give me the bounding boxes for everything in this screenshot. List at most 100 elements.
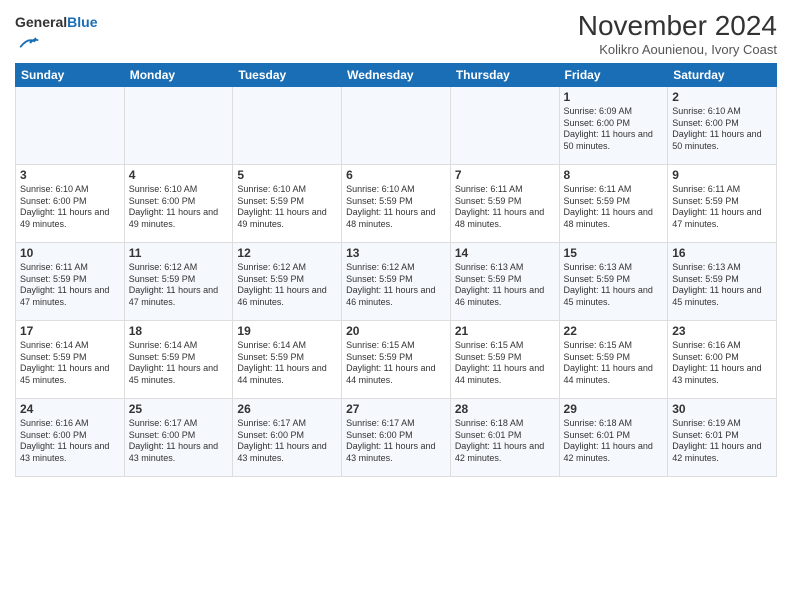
cell-info: Daylight: 11 hours and 44 minutes. — [455, 363, 555, 386]
cell-info: Sunrise: 6:14 AM — [20, 340, 120, 352]
day-number: 4 — [129, 168, 229, 182]
cell-info: Daylight: 11 hours and 49 minutes. — [20, 207, 120, 230]
cell-info: Sunrise: 6:11 AM — [672, 184, 772, 196]
cell-info: Sunset: 5:59 PM — [455, 196, 555, 208]
week-row-0: 1Sunrise: 6:09 AMSunset: 6:00 PMDaylight… — [16, 87, 777, 165]
cell-info: Sunrise: 6:09 AM — [564, 106, 664, 118]
day-number: 1 — [564, 90, 664, 104]
day-number: 13 — [346, 246, 446, 260]
calendar-cell — [16, 87, 125, 165]
cell-info: Sunset: 5:59 PM — [20, 352, 120, 364]
cell-info: Sunset: 6:00 PM — [564, 118, 664, 130]
title-block: November 2024 Kolikro Aounienou, Ivory C… — [578, 10, 777, 57]
cell-info: Daylight: 11 hours and 50 minutes. — [564, 129, 664, 152]
cell-info: Sunset: 6:00 PM — [129, 196, 229, 208]
calendar-cell: 15Sunrise: 6:13 AMSunset: 5:59 PMDayligh… — [559, 243, 668, 321]
day-number: 9 — [672, 168, 772, 182]
calendar-cell: 26Sunrise: 6:17 AMSunset: 6:00 PMDayligh… — [233, 399, 342, 477]
day-number: 14 — [455, 246, 555, 260]
week-row-1: 3Sunrise: 6:10 AMSunset: 6:00 PMDaylight… — [16, 165, 777, 243]
calendar-cell: 8Sunrise: 6:11 AMSunset: 5:59 PMDaylight… — [559, 165, 668, 243]
page-container: GeneralBlue November 2024 Kolikro Aounie… — [0, 0, 792, 482]
cell-info: Sunrise: 6:17 AM — [346, 418, 446, 430]
calendar-cell: 25Sunrise: 6:17 AMSunset: 6:00 PMDayligh… — [124, 399, 233, 477]
day-number: 6 — [346, 168, 446, 182]
logo-blue: Blue — [67, 14, 97, 30]
day-number: 22 — [564, 324, 664, 338]
cell-info: Daylight: 11 hours and 47 minutes. — [129, 285, 229, 308]
cell-info: Daylight: 11 hours and 46 minutes. — [455, 285, 555, 308]
cell-info: Sunrise: 6:17 AM — [237, 418, 337, 430]
calendar-cell: 22Sunrise: 6:15 AMSunset: 5:59 PMDayligh… — [559, 321, 668, 399]
cell-info: Sunrise: 6:15 AM — [564, 340, 664, 352]
cell-info: Sunset: 5:59 PM — [564, 352, 664, 364]
cell-info: Sunrise: 6:10 AM — [672, 106, 772, 118]
day-number: 10 — [20, 246, 120, 260]
cell-info: Sunrise: 6:13 AM — [455, 262, 555, 274]
cell-info: Sunrise: 6:10 AM — [129, 184, 229, 196]
cell-info: Sunset: 5:59 PM — [455, 352, 555, 364]
cell-info: Sunrise: 6:18 AM — [455, 418, 555, 430]
calendar-cell: 10Sunrise: 6:11 AMSunset: 5:59 PMDayligh… — [16, 243, 125, 321]
calendar-cell: 6Sunrise: 6:10 AMSunset: 5:59 PMDaylight… — [342, 165, 451, 243]
cell-info: Sunrise: 6:18 AM — [564, 418, 664, 430]
cell-info: Daylight: 11 hours and 43 minutes. — [20, 441, 120, 464]
cell-info: Sunset: 5:59 PM — [564, 196, 664, 208]
cell-info: Sunrise: 6:11 AM — [20, 262, 120, 274]
calendar-cell: 4Sunrise: 6:10 AMSunset: 6:00 PMDaylight… — [124, 165, 233, 243]
cell-info: Daylight: 11 hours and 48 minutes. — [346, 207, 446, 230]
cell-info: Sunrise: 6:16 AM — [20, 418, 120, 430]
cell-info: Daylight: 11 hours and 45 minutes. — [20, 363, 120, 386]
cell-info: Daylight: 11 hours and 42 minutes. — [564, 441, 664, 464]
day-number: 28 — [455, 402, 555, 416]
cell-info: Daylight: 11 hours and 48 minutes. — [455, 207, 555, 230]
cell-info: Daylight: 11 hours and 50 minutes. — [672, 129, 772, 152]
calendar-cell — [233, 87, 342, 165]
cell-info: Daylight: 11 hours and 49 minutes. — [237, 207, 337, 230]
calendar-cell: 3Sunrise: 6:10 AMSunset: 6:00 PMDaylight… — [16, 165, 125, 243]
cell-info: Sunset: 5:59 PM — [455, 274, 555, 286]
cell-info: Sunrise: 6:10 AM — [20, 184, 120, 196]
cell-info: Daylight: 11 hours and 45 minutes. — [564, 285, 664, 308]
calendar-cell: 5Sunrise: 6:10 AMSunset: 5:59 PMDaylight… — [233, 165, 342, 243]
cell-info: Sunset: 6:01 PM — [455, 430, 555, 442]
cell-info: Sunset: 6:00 PM — [129, 430, 229, 442]
cell-info: Sunrise: 6:12 AM — [237, 262, 337, 274]
cell-info: Sunset: 5:59 PM — [237, 352, 337, 364]
cell-info: Daylight: 11 hours and 46 minutes. — [237, 285, 337, 308]
calendar-cell: 1 Sunrise: 6:09 AMSunset: 6:00 PMDaylight… — [559, 87, 668, 165]
col-sunday: Sunday — [16, 64, 125, 87]
logo-icon — [17, 32, 39, 54]
col-thursday: Thursday — [450, 64, 559, 87]
col-tuesday: Tuesday — [233, 64, 342, 87]
cell-info: Sunrise: 6:19 AM — [672, 418, 772, 430]
col-wednesday: Wednesday — [342, 64, 451, 87]
header: GeneralBlue November 2024 Kolikro Aounie… — [15, 10, 777, 59]
cell-info: Daylight: 11 hours and 45 minutes. — [129, 363, 229, 386]
day-number: 2 — [672, 90, 772, 104]
cell-info: Sunrise: 6:13 AM — [564, 262, 664, 274]
cell-info: Daylight: 11 hours and 47 minutes. — [20, 285, 120, 308]
cell-info: Daylight: 11 hours and 48 minutes. — [564, 207, 664, 230]
calendar-cell — [342, 87, 451, 165]
calendar-cell — [450, 87, 559, 165]
calendar-cell: 16Sunrise: 6:13 AMSunset: 5:59 PMDayligh… — [668, 243, 777, 321]
logo-general: General — [15, 14, 67, 30]
cell-info: Sunset: 6:00 PM — [20, 430, 120, 442]
cell-info: Daylight: 11 hours and 47 minutes. — [672, 207, 772, 230]
calendar-cell: 7Sunrise: 6:11 AMSunset: 5:59 PMDaylight… — [450, 165, 559, 243]
cell-info: Sunrise: 6:14 AM — [237, 340, 337, 352]
cell-info: Sunrise: 6:15 AM — [346, 340, 446, 352]
calendar-cell: 2Sunrise: 6:10 AMSunset: 6:00 PMDaylight… — [668, 87, 777, 165]
cell-info: Sunset: 5:59 PM — [346, 274, 446, 286]
cell-info: Sunrise: 6:11 AM — [564, 184, 664, 196]
day-number: 16 — [672, 246, 772, 260]
day-number: 20 — [346, 324, 446, 338]
calendar-body: 1Sunrise: 6:09 AMSunset: 6:00 PMDaylight… — [16, 87, 777, 477]
day-number: 3 — [20, 168, 120, 182]
calendar-cell — [124, 87, 233, 165]
day-number: 29 — [564, 402, 664, 416]
day-number: 17 — [20, 324, 120, 338]
day-number: 25 — [129, 402, 229, 416]
cell-info: Daylight: 11 hours and 42 minutes. — [455, 441, 555, 464]
